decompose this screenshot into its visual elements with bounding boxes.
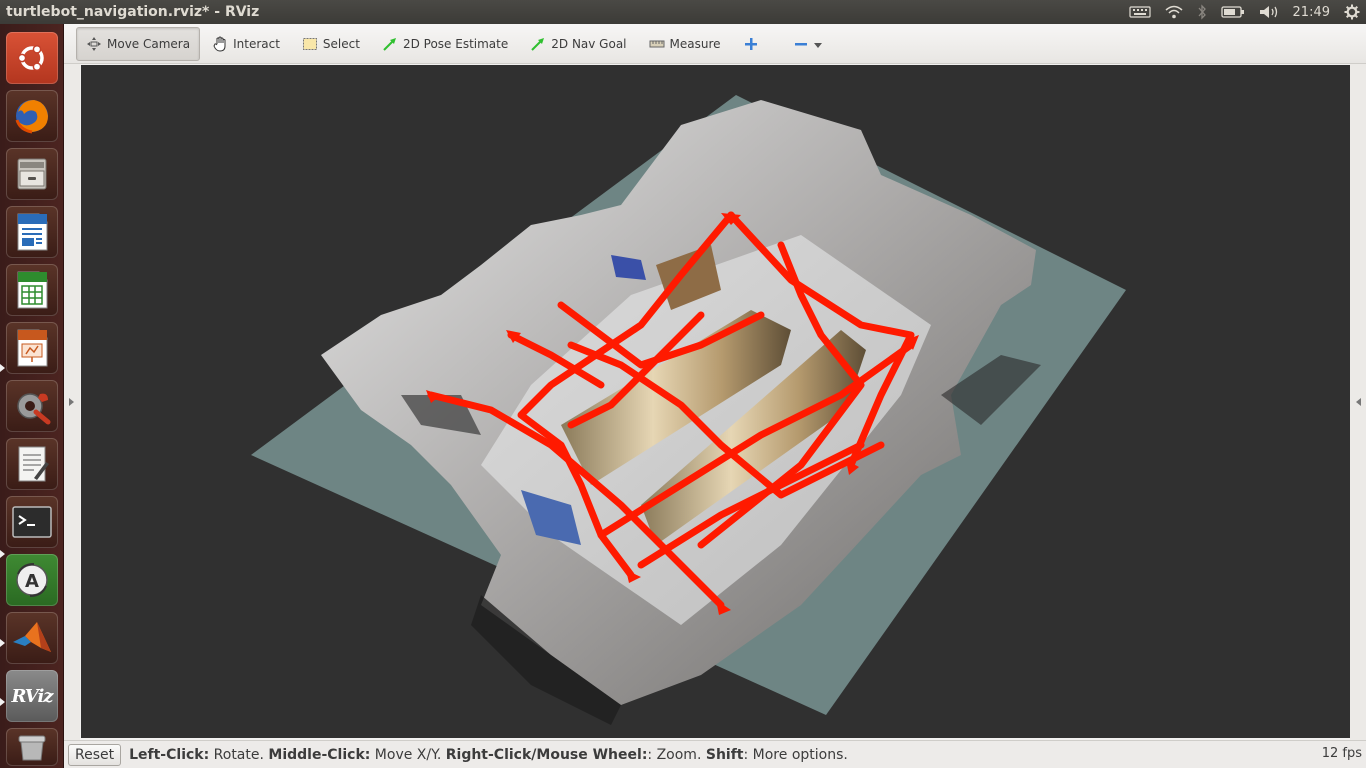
text-editor-icon [18, 446, 49, 482]
pointcloud-scene [251, 95, 1126, 725]
launcher-system-settings[interactable] [6, 380, 58, 432]
launcher-libreoffice-impress[interactable] [6, 322, 58, 374]
help-key: Left-Click: [129, 746, 210, 763]
matlab-icon [13, 622, 51, 652]
help-action: Rotate. [209, 746, 269, 763]
calc-spreadsheet-icon [17, 271, 48, 309]
keyboard-icon[interactable] [1128, 0, 1151, 24]
wifi-icon[interactable] [1165, 0, 1183, 24]
launcher-libreoffice-calc[interactable] [6, 264, 58, 316]
files-cabinet-icon [17, 158, 47, 190]
writer-document-icon [17, 213, 48, 251]
unity-launcher: A RViz [0, 24, 64, 768]
launcher-text-editor[interactable] [6, 438, 58, 490]
tool-label: Measure [669, 36, 721, 51]
help-action: : Zoom. [647, 746, 706, 763]
select-box-icon [302, 36, 318, 52]
rviz-window: Move Camera Interact Select 2D Pose Esti… [64, 24, 1366, 768]
pose-arrow-icon [382, 36, 398, 52]
launcher-matlab[interactable] [6, 612, 58, 664]
reset-view-button[interactable]: Reset [68, 743, 122, 766]
volume-icon[interactable] [1259, 0, 1279, 24]
rviz-label: RViz [11, 685, 53, 707]
launcher-files[interactable] [6, 148, 58, 200]
tool-move-camera[interactable]: Move Camera [76, 26, 201, 61]
tool-2d-pose-estimate[interactable]: 2D Pose Estimate [372, 27, 518, 61]
firefox-icon [15, 100, 48, 134]
chevron-down-icon [813, 43, 822, 48]
launcher-firefox[interactable] [6, 90, 58, 142]
left-dock-collapsed[interactable] [64, 64, 80, 740]
system-tray: 21:49 [1128, 0, 1360, 24]
hand-pointer-icon [212, 36, 228, 52]
launcher-software-updater[interactable]: A [6, 554, 58, 606]
launcher-rviz[interactable]: RViz [6, 670, 58, 722]
bluetooth-icon[interactable] [1197, 0, 1207, 24]
fps-counter: 12 fps [1321, 746, 1362, 761]
tool-label: 2D Pose Estimate [402, 36, 509, 51]
tool-interact[interactable]: Interact [202, 27, 290, 61]
ruler-icon [649, 36, 665, 52]
help-key: Right-Click/Mouse Wheel: [445, 746, 648, 763]
help-action: : More options. [743, 746, 848, 763]
expand-left-arrow-icon[interactable] [69, 398, 74, 406]
launcher-trash[interactable] [6, 728, 58, 766]
running-indicator [0, 364, 5, 372]
status-bar: Reset Left-Click: Rotate. Middle-Click: … [64, 740, 1366, 768]
help-key: Middle-Click: [268, 746, 371, 763]
tool-2d-nav-goal[interactable]: 2D Nav Goal [520, 27, 636, 61]
battery-icon[interactable] [1220, 0, 1245, 24]
updater-icon: A [16, 563, 48, 597]
launcher-terminal[interactable] [6, 496, 58, 548]
expand-right-arrow-icon[interactable] [1356, 398, 1361, 406]
tool-toolbar: Move Camera Interact Select 2D Pose Esti… [64, 24, 1366, 64]
move-camera-icon [86, 36, 102, 52]
add-tool-button[interactable] [733, 27, 769, 61]
launcher-libreoffice-writer[interactable] [6, 206, 58, 258]
help-key: Shift [705, 746, 744, 763]
running-indicator [0, 550, 5, 558]
settings-gear-icon[interactable] [1344, 0, 1360, 24]
right-dock-collapsed[interactable] [1350, 64, 1366, 740]
mouse-help-text: Left-Click: Rotate. Middle-Click: Move X… [129, 747, 848, 763]
running-indicator [0, 639, 5, 647]
tool-label: Select [322, 36, 360, 51]
trash-icon [18, 735, 46, 761]
nav-goal-arrow-icon [530, 36, 546, 52]
3d-render-viewport[interactable] [81, 65, 1350, 738]
settings-wrench-icon [17, 393, 51, 425]
clock[interactable]: 21:49 [1293, 0, 1330, 24]
terminal-icon [12, 506, 52, 538]
top-panel: turtlebot_navigation.rviz* - RViz 21:49 [0, 0, 1366, 24]
launcher-ubuntu-dash[interactable] [6, 32, 58, 84]
remove-tool-button[interactable] [783, 27, 832, 61]
ubuntu-logo-icon [17, 44, 44, 72]
tool-measure[interactable]: Measure [639, 27, 731, 61]
tool-label: Interact [233, 36, 280, 51]
running-indicator [0, 698, 5, 706]
plus-icon [743, 36, 759, 52]
tool-label: 2D Nav Goal [551, 36, 627, 51]
tool-label: Move Camera [107, 36, 191, 51]
window-title: turtlebot_navigation.rviz* - RViz [6, 4, 260, 20]
svg-text:A: A [25, 571, 39, 592]
tool-select[interactable]: Select [292, 27, 370, 61]
impress-presentation-icon [17, 329, 48, 367]
minus-icon [793, 36, 809, 52]
help-action: Move X/Y. [370, 746, 446, 763]
